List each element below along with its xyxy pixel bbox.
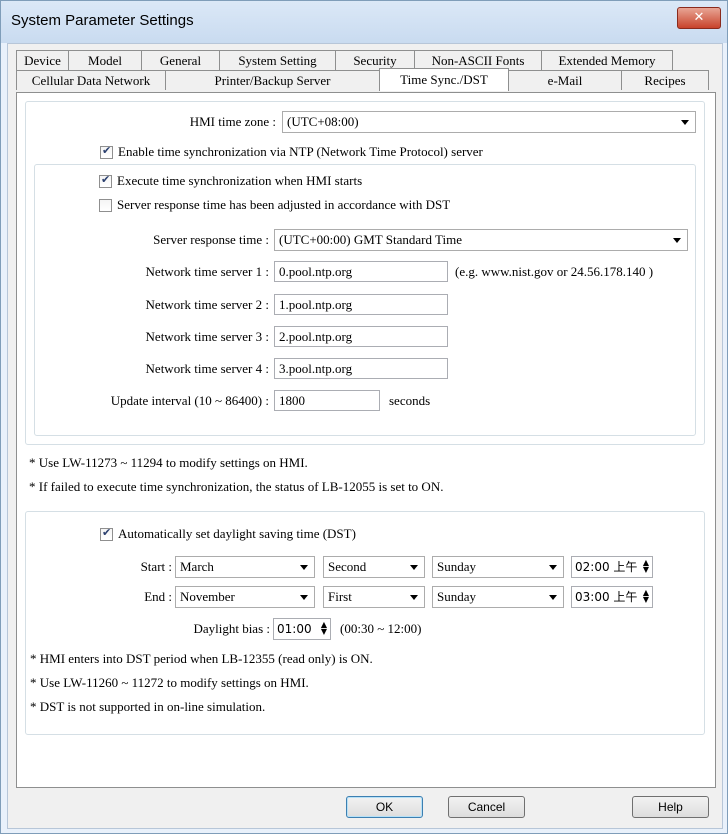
tab-recipes[interactable]: Recipes [621,70,709,90]
dst-start-week-select[interactable]: Second [323,556,425,578]
note-lw-sync: * Use LW-11273 ~ 11294 to modify setting… [29,455,308,470]
tab-system-setting[interactable]: System Setting [219,50,336,70]
chevron-down-icon [410,565,418,570]
dst-adjusted-checkbox[interactable] [99,199,112,212]
cancel-button[interactable]: Cancel [448,796,525,818]
auto-dst-checkbox[interactable] [100,526,113,541]
dst-end-day-select[interactable]: Sunday [432,586,564,608]
tab-email[interactable]: e-Mail [508,70,622,90]
spin-arrows-icon[interactable]: ▲ ▼ [643,559,649,574]
timezone-select[interactable]: (UTC+08:00) [282,111,696,133]
note-lb-dst: * HMI enters into DST period when LB-123… [30,651,373,666]
tab-extended-memory[interactable]: Extended Memory [541,50,673,70]
daylight-bias-spinner[interactable]: 01:00 ▲ ▼ [273,618,331,640]
daylight-bias-label: Daylight bias : [193,621,270,636]
dst-start-week: Second [328,559,367,574]
server-3-input[interactable]: 2.pool.ntp.org [274,326,448,347]
dst-end-time: 03:00 上午 [575,590,638,604]
update-interval-label: Update interval (10 ~ 86400) : [110,393,269,408]
window-title: System Parameter Settings [11,12,194,29]
tab-device[interactable]: Device [16,50,69,70]
tab-row-2: Cellular Data Network Printer/Backup Ser… [16,68,709,91]
response-time-value: (UTC+00:00) GMT Standard Time [279,232,462,247]
timezone-label: HMI time zone : [189,114,276,129]
ntp-enable-label: Enable time synchronization via NTP (Net… [118,144,483,159]
ntp-enable-checkbox[interactable] [100,144,113,159]
dst-adjusted-label: Server response time has been adjusted i… [117,197,451,212]
update-interval-unit: seconds [389,393,431,408]
execute-on-start-label: Execute time synchronization when HMI st… [117,173,363,188]
ntp-settings-group: Execute time synchronization when HMI st… [34,164,696,436]
server-4-label: Network time server 4 : [145,361,269,376]
server-1-input[interactable]: 0.pool.ntp.org [274,261,448,282]
response-time-label: Server response time : [153,232,269,247]
dst-group: Automatically set daylight saving time (… [25,511,705,735]
title-bar: System Parameter Settings ✕ [1,1,727,43]
chevron-down-icon [300,595,308,600]
note-lb-sync: * If failed to execute time synchronizat… [29,479,444,494]
dst-end-time-spinner[interactable]: 03:00 上午 ▲ ▼ [571,586,653,608]
note-dst-simulation: * DST is not supported in on-line simula… [30,699,266,714]
ntp-group: HMI time zone : (UTC+08:00) Enable time … [25,101,705,445]
dialog-window: System Parameter Settings ✕ Device Model… [0,0,728,834]
execute-on-start-checkbox[interactable] [99,173,112,188]
dst-start-time: 02:00 上午 [575,560,638,574]
daylight-bias-value: 01:00 [277,622,312,636]
tab-time-sync-dst[interactable]: Time Sync./DST [379,68,509,91]
server-example-hint: (e.g. www.nist.gov or 24.56.178.140 ) [455,264,654,279]
dst-end-week-select[interactable]: First [323,586,425,608]
auto-dst-label: Automatically set daylight saving time (… [118,526,356,541]
dialog-body: Device Model General System Setting Secu… [7,43,723,829]
chevron-down-icon [549,565,557,570]
response-time-select[interactable]: (UTC+00:00) GMT Standard Time [274,229,688,251]
chevron-down-icon [300,565,308,570]
dst-end-month-select[interactable]: November [175,586,315,608]
tab-non-ascii-fonts[interactable]: Non-ASCII Fonts [414,50,542,70]
dst-end-month: November [180,589,235,604]
dst-start-month-select[interactable]: March [175,556,315,578]
dst-end-week: First [328,589,352,604]
close-button[interactable]: ✕ [677,7,721,29]
tab-printer-backup-server[interactable]: Printer/Backup Server [165,70,380,90]
server-3-label: Network time server 3 : [145,329,269,344]
dst-start-label: Start : [140,559,172,574]
dst-end-day: Sunday [437,589,476,604]
dst-end-label: End : [144,589,172,604]
server-2-label: Network time server 2 : [145,297,269,312]
tab-cellular-data-network[interactable]: Cellular Data Network [16,70,166,90]
server-4-input[interactable]: 3.pool.ntp.org [274,358,448,379]
chevron-down-icon [410,595,418,600]
server-2-input[interactable]: 1.pool.ntp.org [274,294,448,315]
dst-start-day: Sunday [437,559,476,574]
chevron-down-icon [673,238,681,243]
ok-button[interactable]: OK [346,796,423,818]
update-interval-input[interactable]: 1800 [274,390,380,411]
daylight-bias-range: (00:30 ~ 12:00) [340,621,422,636]
tab-general[interactable]: General [141,50,220,70]
time-sync-panel: HMI time zone : (UTC+08:00) Enable time … [16,92,716,788]
dst-start-month: March [180,559,214,574]
spin-arrows-icon[interactable]: ▲ ▼ [643,589,649,604]
chevron-down-icon [681,120,689,125]
help-button[interactable]: Help [632,796,709,818]
tab-row-1: Device Model General System Setting Secu… [16,50,673,71]
note-lw-dst: * Use LW-11260 ~ 11272 to modify setting… [30,675,309,690]
dst-start-day-select[interactable]: Sunday [432,556,564,578]
spin-arrows-icon[interactable]: ▲ ▼ [321,621,327,636]
server-1-label: Network time server 1 : [145,264,269,279]
tab-model[interactable]: Model [68,50,142,70]
dst-start-time-spinner[interactable]: 02:00 上午 ▲ ▼ [571,556,653,578]
chevron-down-icon [549,595,557,600]
timezone-value: (UTC+08:00) [287,114,359,129]
tab-security[interactable]: Security [335,50,415,70]
